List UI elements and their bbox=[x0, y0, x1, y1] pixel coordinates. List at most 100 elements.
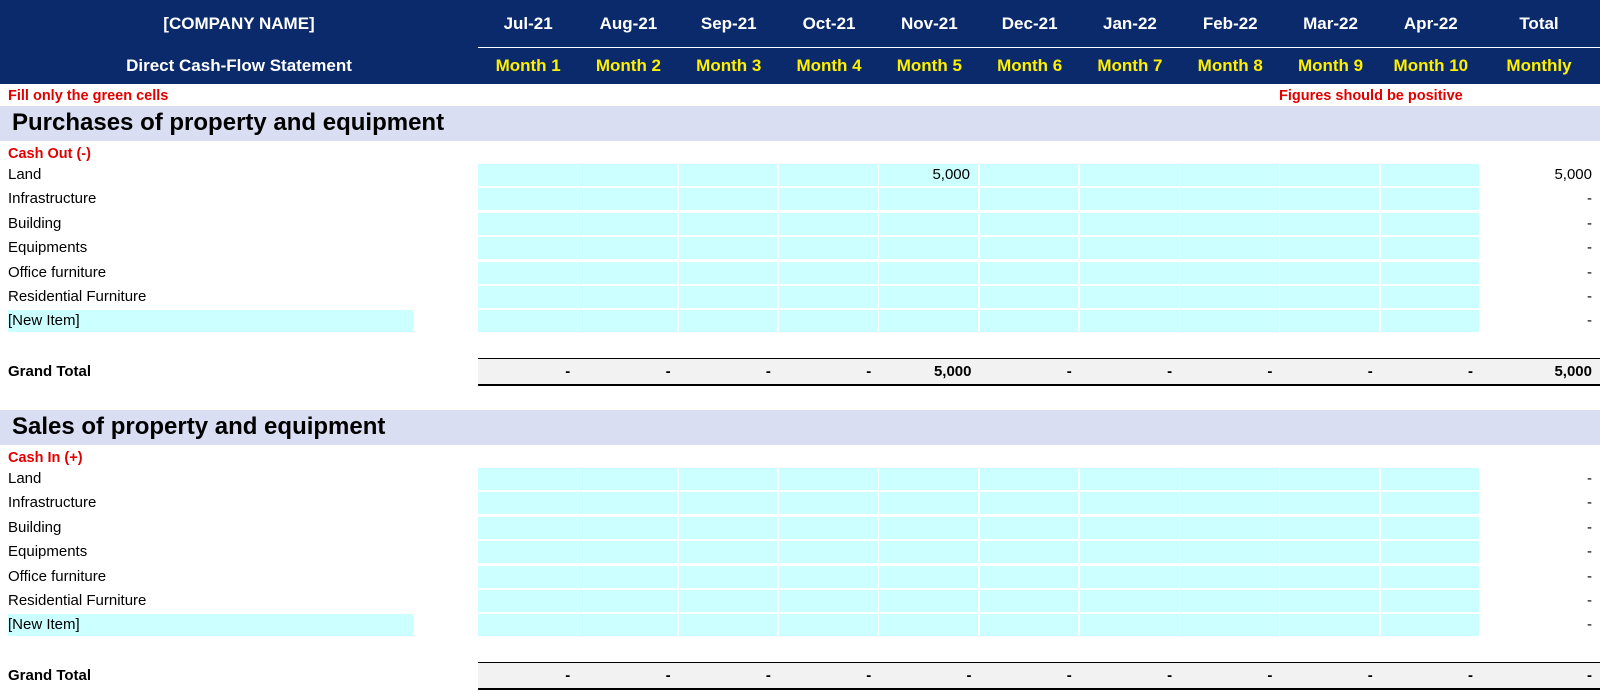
input-cell[interactable] bbox=[478, 286, 577, 308]
input-cell[interactable] bbox=[578, 261, 678, 284]
input-cell[interactable] bbox=[1180, 516, 1279, 539]
input-cell[interactable] bbox=[678, 468, 778, 490]
input-cell[interactable] bbox=[478, 237, 577, 260]
input-cell[interactable] bbox=[1380, 468, 1480, 490]
input-cell[interactable] bbox=[678, 237, 778, 260]
input-cell[interactable] bbox=[879, 516, 978, 539]
input-cell[interactable] bbox=[979, 310, 1079, 333]
input-cell[interactable] bbox=[979, 286, 1079, 308]
input-cell[interactable] bbox=[778, 541, 878, 564]
input-cell[interactable] bbox=[778, 261, 878, 284]
input-cell[interactable] bbox=[1079, 492, 1179, 515]
input-cell[interactable] bbox=[478, 565, 577, 588]
input-cell[interactable] bbox=[1280, 492, 1380, 515]
input-cell[interactable] bbox=[1079, 614, 1179, 637]
input-cell[interactable] bbox=[578, 614, 678, 637]
input-cell[interactable] bbox=[478, 492, 577, 515]
input-cell[interactable] bbox=[578, 286, 678, 308]
input-cell[interactable] bbox=[678, 492, 778, 515]
input-cell[interactable] bbox=[778, 212, 878, 235]
input-cell[interactable] bbox=[778, 565, 878, 588]
input-cell[interactable] bbox=[1380, 164, 1480, 186]
input-cell[interactable] bbox=[1079, 261, 1179, 284]
input-cell[interactable] bbox=[1180, 286, 1279, 308]
input-cell[interactable] bbox=[578, 188, 678, 211]
input-cell[interactable] bbox=[979, 164, 1079, 186]
input-cell[interactable] bbox=[778, 468, 878, 490]
input-cell[interactable] bbox=[1380, 565, 1480, 588]
input-cell[interactable] bbox=[1280, 565, 1380, 588]
input-cell[interactable] bbox=[478, 261, 577, 284]
input-cell[interactable] bbox=[1180, 565, 1279, 588]
input-cell[interactable] bbox=[1280, 516, 1380, 539]
input-cell[interactable] bbox=[778, 286, 878, 308]
input-cell[interactable] bbox=[879, 492, 978, 515]
input-cell[interactable] bbox=[1280, 188, 1380, 211]
input-cell[interactable] bbox=[979, 468, 1079, 490]
input-cell[interactable] bbox=[1079, 541, 1179, 564]
input-cell[interactable] bbox=[1380, 541, 1480, 564]
input-cell[interactable] bbox=[578, 164, 678, 186]
input-cell[interactable] bbox=[678, 310, 778, 333]
input-cell[interactable] bbox=[478, 590, 577, 612]
input-cell[interactable] bbox=[578, 492, 678, 515]
input-cell[interactable] bbox=[1079, 212, 1179, 235]
input-cell[interactable] bbox=[979, 237, 1079, 260]
input-cell[interactable]: 5,000 bbox=[879, 164, 978, 186]
input-cell[interactable] bbox=[678, 261, 778, 284]
input-cell[interactable] bbox=[879, 614, 978, 637]
input-cell[interactable] bbox=[1380, 212, 1480, 235]
input-cell[interactable] bbox=[678, 286, 778, 308]
input-cell[interactable] bbox=[1280, 212, 1380, 235]
input-cell[interactable] bbox=[1079, 516, 1179, 539]
input-cell[interactable] bbox=[578, 468, 678, 490]
input-cell[interactable] bbox=[1280, 614, 1380, 637]
input-cell[interactable] bbox=[979, 590, 1079, 612]
input-cell[interactable] bbox=[1280, 541, 1380, 564]
input-cell[interactable] bbox=[1180, 164, 1279, 186]
input-cell[interactable] bbox=[1180, 212, 1279, 235]
new-item-input[interactable]: [New Item] bbox=[8, 614, 413, 637]
input-cell[interactable] bbox=[578, 310, 678, 333]
input-cell[interactable] bbox=[1380, 237, 1480, 260]
input-cell[interactable] bbox=[678, 565, 778, 588]
input-cell[interactable] bbox=[979, 565, 1079, 588]
input-cell[interactable] bbox=[678, 614, 778, 637]
input-cell[interactable] bbox=[578, 212, 678, 235]
input-cell[interactable] bbox=[478, 310, 577, 333]
input-cell[interactable] bbox=[1180, 188, 1279, 211]
input-cell[interactable] bbox=[1180, 614, 1279, 637]
input-cell[interactable] bbox=[1079, 286, 1179, 308]
input-cell[interactable] bbox=[879, 261, 978, 284]
input-cell[interactable] bbox=[979, 188, 1079, 211]
input-cell[interactable] bbox=[1079, 565, 1179, 588]
input-cell[interactable] bbox=[879, 565, 978, 588]
input-cell[interactable] bbox=[578, 237, 678, 260]
input-cell[interactable] bbox=[578, 516, 678, 539]
input-cell[interactable] bbox=[1280, 261, 1380, 284]
input-cell[interactable] bbox=[678, 188, 778, 211]
input-cell[interactable] bbox=[1380, 516, 1480, 539]
input-cell[interactable] bbox=[1180, 310, 1279, 333]
input-cell[interactable] bbox=[1180, 237, 1279, 260]
input-cell[interactable] bbox=[678, 212, 778, 235]
input-cell[interactable] bbox=[1380, 188, 1480, 211]
input-cell[interactable] bbox=[879, 468, 978, 490]
input-cell[interactable] bbox=[1380, 590, 1480, 612]
input-cell[interactable] bbox=[879, 310, 978, 333]
input-cell[interactable] bbox=[778, 590, 878, 612]
input-cell[interactable] bbox=[478, 212, 577, 235]
input-cell[interactable] bbox=[1079, 188, 1179, 211]
input-cell[interactable] bbox=[879, 237, 978, 260]
input-cell[interactable] bbox=[1180, 492, 1279, 515]
input-cell[interactable] bbox=[1380, 492, 1480, 515]
input-cell[interactable] bbox=[979, 492, 1079, 515]
input-cell[interactable] bbox=[1380, 261, 1480, 284]
input-cell[interactable] bbox=[1280, 237, 1380, 260]
input-cell[interactable] bbox=[778, 164, 878, 186]
input-cell[interactable] bbox=[979, 212, 1079, 235]
input-cell[interactable] bbox=[678, 541, 778, 564]
input-cell[interactable] bbox=[1280, 310, 1380, 333]
company-name[interactable]: [COMPANY NAME] bbox=[0, 0, 478, 47]
input-cell[interactable] bbox=[879, 188, 978, 211]
